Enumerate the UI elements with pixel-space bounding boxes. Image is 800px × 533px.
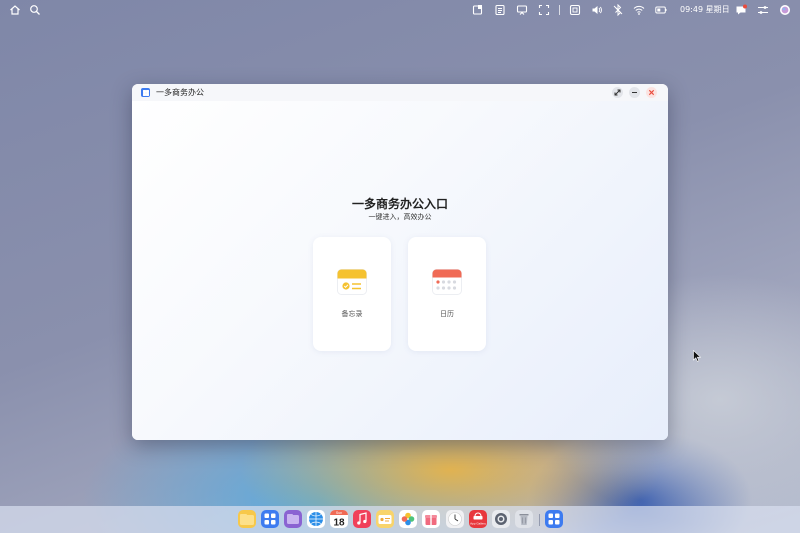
restore-button[interactable] bbox=[612, 87, 623, 98]
app-grid-icon[interactable] bbox=[261, 510, 279, 528]
notes-icon[interactable] bbox=[494, 4, 506, 16]
music-icon[interactable] bbox=[353, 510, 371, 528]
assistant-icon[interactable] bbox=[779, 4, 791, 16]
fullscreen-icon[interactable] bbox=[538, 4, 550, 16]
calendar-icon bbox=[432, 269, 462, 295]
dock: Sun 18 App Gallery bbox=[0, 506, 800, 533]
memo-icon bbox=[337, 269, 367, 295]
battery-icon[interactable] bbox=[655, 4, 667, 16]
wifi-icon[interactable] bbox=[633, 4, 645, 16]
gift-icon[interactable] bbox=[422, 510, 440, 528]
files-icon[interactable] bbox=[284, 510, 302, 528]
window-titlebar[interactable]: 一多商务办公 bbox=[132, 84, 668, 101]
app-grid-icon bbox=[141, 88, 150, 97]
bluetooth-off-icon[interactable] bbox=[612, 4, 624, 16]
control-center-icon[interactable] bbox=[757, 4, 769, 16]
keyboard-icon[interactable] bbox=[569, 4, 581, 16]
dock-separator bbox=[539, 514, 540, 526]
browser-icon[interactable] bbox=[307, 510, 325, 528]
close-icon bbox=[648, 89, 655, 96]
app-store-icon[interactable]: App Gallery bbox=[469, 510, 487, 528]
screenshot-icon[interactable] bbox=[472, 4, 484, 16]
window-title: 一多商务办公 bbox=[156, 88, 204, 97]
cast-icon[interactable] bbox=[516, 4, 528, 16]
status-bar: 09:49 星期日 bbox=[0, 0, 800, 20]
minimize-button[interactable] bbox=[629, 87, 640, 98]
mouse-cursor-icon bbox=[693, 350, 701, 362]
home-icon[interactable] bbox=[9, 4, 21, 16]
status-divider bbox=[559, 5, 560, 15]
photos-icon[interactable] bbox=[399, 510, 417, 528]
volume-icon[interactable] bbox=[591, 4, 603, 16]
minimize-icon bbox=[632, 91, 637, 94]
store-label: App Gallery bbox=[470, 522, 486, 526]
folder-icon[interactable] bbox=[238, 510, 256, 528]
page-title: 一多商务办公入口 bbox=[351, 197, 448, 211]
calendar-card[interactable]: 日历 bbox=[408, 237, 486, 351]
search-icon[interactable] bbox=[29, 4, 41, 16]
dock-calendar-day: 18 bbox=[333, 518, 345, 529]
calendar-card-label: 日历 bbox=[440, 310, 454, 318]
clock-icon[interactable] bbox=[446, 510, 464, 528]
window-content: 一多商务办公入口 一键进入，高效办公 备忘录 日历 bbox=[132, 101, 668, 440]
notification-icon[interactable] bbox=[735, 4, 747, 16]
close-button[interactable] bbox=[646, 87, 657, 98]
calendar-app-icon[interactable]: Sun 18 bbox=[330, 510, 348, 528]
memo-card[interactable]: 备忘录 bbox=[313, 237, 391, 351]
office-window: 一多商务办公 一多商务办公入口 一键进入，高效办公 备忘录 日历 bbox=[132, 84, 668, 440]
memo-card-label: 备忘录 bbox=[341, 310, 363, 318]
contacts-icon[interactable] bbox=[376, 510, 394, 528]
office-app-icon[interactable] bbox=[545, 510, 563, 528]
clock[interactable]: 09:49 星期日 bbox=[680, 4, 730, 16]
page-subtitle: 一键进入，高效办公 bbox=[368, 213, 432, 221]
settings-icon[interactable] bbox=[492, 510, 510, 528]
restore-icon bbox=[614, 89, 621, 96]
dock-calendar-month: Sun bbox=[336, 511, 342, 515]
trash-icon[interactable] bbox=[515, 510, 533, 528]
